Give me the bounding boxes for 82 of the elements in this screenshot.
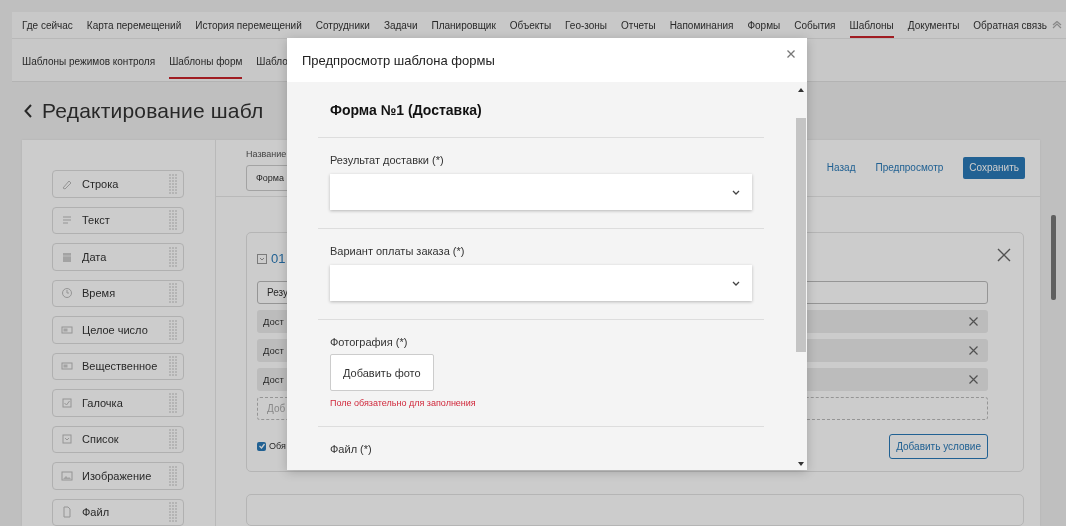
drag-handle-icon: [169, 392, 177, 413]
action-link[interactable]: Назад: [826, 162, 856, 174]
close-icon[interactable]: [787, 50, 795, 58]
drag-handle-icon: [169, 210, 177, 231]
select-field[interactable]: [330, 174, 752, 210]
condition-number: 01: [271, 251, 286, 267]
drag-handle-icon: [169, 465, 177, 486]
required-checkbox[interactable]: [257, 441, 266, 451]
nav-tab[interactable]: События: [794, 12, 836, 38]
error-message: Поле обязательно для заполнения: [330, 398, 476, 408]
number-field-icon: [61, 360, 73, 373]
drag-handle-icon: [169, 319, 177, 340]
remove-icon[interactable]: [969, 345, 978, 355]
file-icon: [61, 506, 73, 519]
nav-tab[interactable]: Планировщик: [431, 12, 496, 38]
sub-nav-tab[interactable]: Шабло: [256, 49, 288, 79]
drag-handle-icon: [169, 502, 177, 523]
nav-tab[interactable]: Задачи: [383, 12, 418, 38]
drag-handle-icon: [169, 429, 177, 450]
field-label: Фотография (*): [330, 336, 408, 348]
scroll-down-icon[interactable]: [798, 462, 804, 466]
field-type-item[interactable]: Изображение: [52, 462, 184, 490]
nav-tab[interactable]: Формы: [747, 12, 781, 38]
sub-nav-tab[interactable]: Шаблоны форм: [169, 49, 243, 79]
check-icon: [257, 442, 266, 451]
drag-handle-icon: [169, 173, 177, 194]
drag-handle-icon: [169, 356, 177, 377]
field-label: Файл (*): [330, 443, 372, 455]
calendar-icon: [61, 250, 73, 263]
field-label: Название: [246, 148, 288, 159]
field-type-item[interactable]: Текст: [52, 206, 184, 234]
scrollbar-thumb[interactable]: [1050, 215, 1056, 300]
field-type-item[interactable]: Время: [52, 279, 184, 307]
checkbox-icon: [61, 396, 73, 409]
select-field[interactable]: [330, 265, 752, 301]
back-chevron-icon[interactable]: [24, 104, 32, 118]
drag-handle-icon: [169, 283, 177, 304]
field-type-item[interactable]: Строка: [52, 170, 184, 198]
condition-value: Дост: [263, 315, 284, 327]
nav-tab[interactable]: Карта перемещений: [86, 12, 182, 38]
nav-tab[interactable]: Обратная связь: [973, 12, 1047, 38]
nav-tab[interactable]: История перемещений: [195, 12, 302, 38]
chevron-down-icon: [732, 189, 740, 195]
modal-title: Предпросмотр шаблона формы: [302, 52, 496, 68]
field-type-item[interactable]: Список: [52, 425, 184, 453]
chevron-down-icon: [732, 280, 740, 286]
page-title: Редактирование шабл: [42, 99, 264, 123]
field-type-item[interactable]: Целое число: [52, 316, 184, 344]
nav-tab[interactable]: Отчеты: [621, 12, 656, 38]
collapse-icon[interactable]: [257, 253, 267, 264]
scroll-up-icon[interactable]: [798, 88, 804, 92]
remove-icon[interactable]: [969, 374, 978, 384]
field-type-item[interactable]: Дата: [52, 243, 184, 271]
nav-tab[interactable]: Напоминания: [669, 12, 734, 38]
sub-nav-tab[interactable]: Шаблоны режимов контроля: [22, 49, 156, 79]
field-label: Результат доставки (*): [330, 154, 444, 166]
field-type-item[interactable]: Вещественное: [52, 352, 184, 380]
checkbox-label: Обя: [269, 441, 286, 452]
scrollbar-thumb[interactable]: [796, 118, 806, 352]
add-condition-button[interactable]: Добавить условие: [889, 433, 988, 459]
add-photo-button[interactable]: Добавить фото: [330, 354, 434, 391]
nav-tab[interactable]: Гео-зоны: [565, 12, 608, 38]
number-field-icon: [61, 323, 73, 336]
drag-handle-icon: [169, 246, 177, 267]
dropdown-icon: [61, 433, 73, 446]
remove-icon[interactable]: [969, 316, 978, 326]
save-button[interactable]: Сохранить: [963, 156, 1025, 179]
field-type-item[interactable]: Файл: [52, 498, 184, 526]
nav-tab[interactable]: Сотрудники: [315, 12, 370, 38]
lines-icon: [61, 214, 73, 227]
condition-value: Дост: [263, 373, 284, 385]
nav-tab[interactable]: Объекты: [509, 12, 552, 38]
clock-icon: [61, 287, 73, 300]
nav-tab[interactable]: Где сейчас: [22, 12, 73, 38]
close-icon[interactable]: [997, 247, 1011, 262]
field-type-item[interactable]: Галочка: [52, 389, 184, 417]
action-link[interactable]: Предпросмотр: [875, 162, 944, 174]
form-title: Форма №1 (Доставка): [318, 82, 764, 138]
image-icon: [61, 469, 73, 482]
nav-tab[interactable]: Документы: [907, 12, 960, 38]
condition-value: Дост: [263, 344, 284, 356]
field-label: Вариант оплаты заказа (*): [330, 245, 465, 257]
